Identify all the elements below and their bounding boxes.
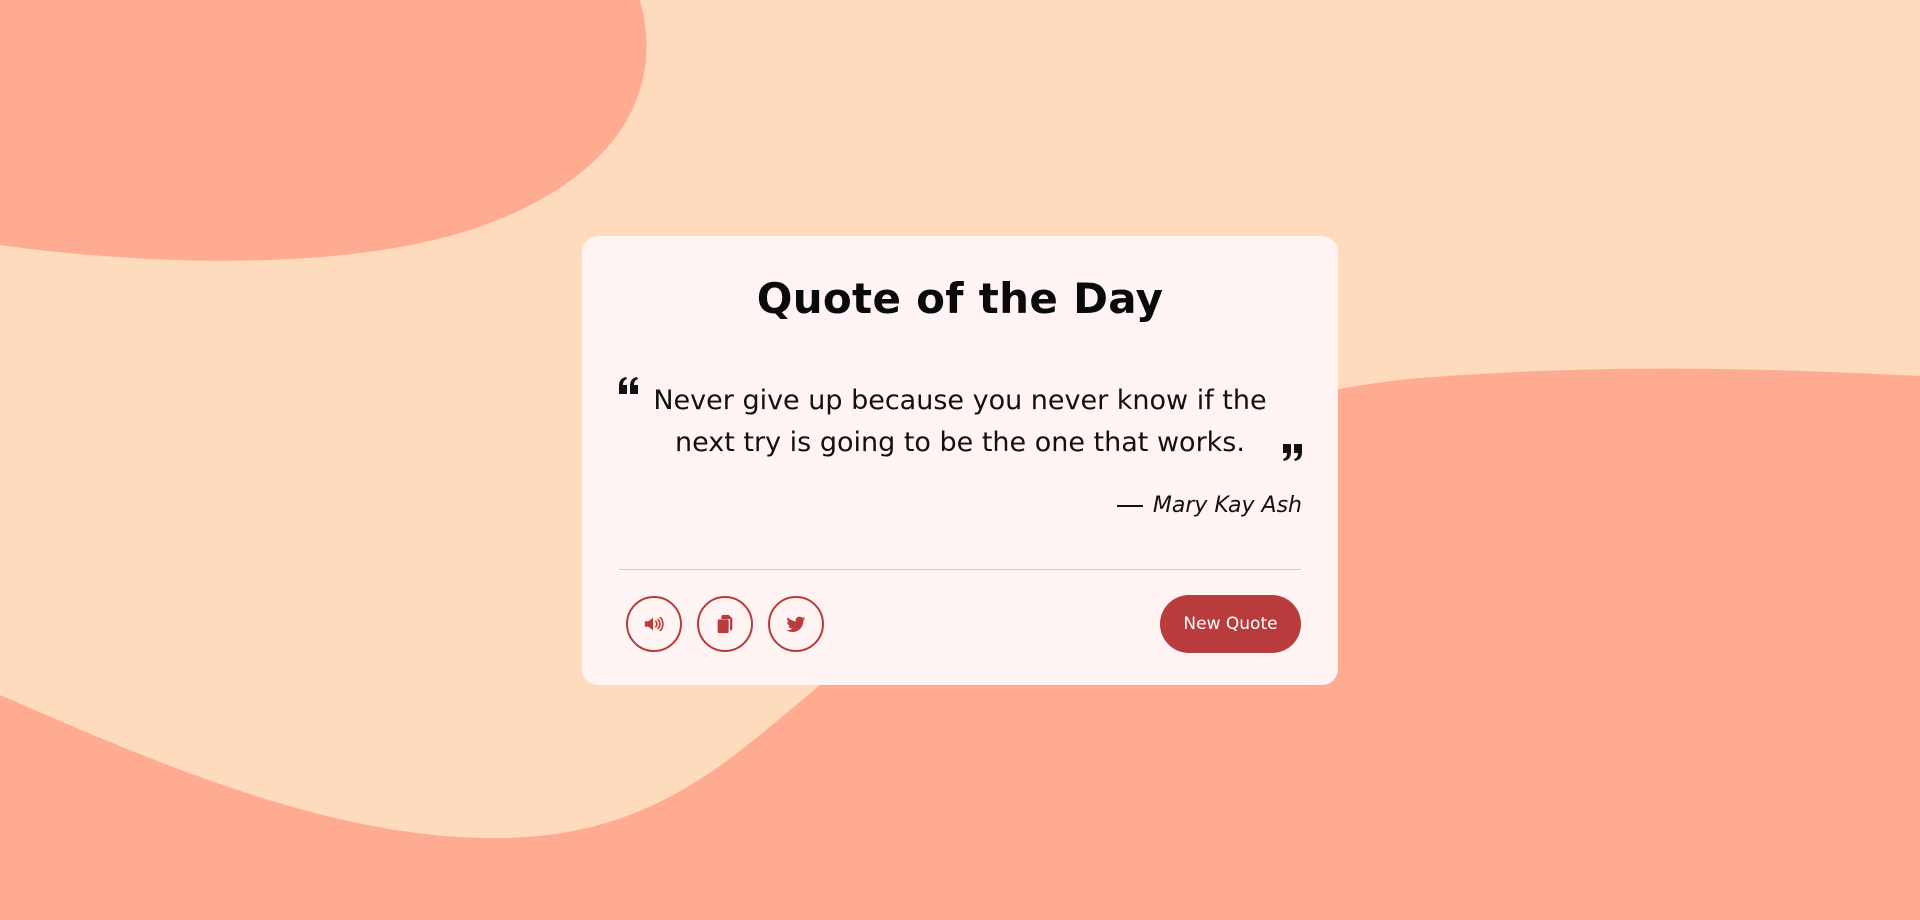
- page-background: Quote of the Day Never give up because y…: [0, 0, 1920, 920]
- twitter-icon: [786, 616, 806, 632]
- author-name: Mary Kay Ash: [1152, 493, 1302, 518]
- copy-button[interactable]: [697, 596, 753, 652]
- copy-icon: [717, 614, 733, 634]
- tweet-button[interactable]: [768, 596, 824, 652]
- volume-icon: [644, 616, 664, 632]
- divider: [619, 569, 1301, 570]
- close-quote-icon: [1283, 444, 1302, 461]
- author: Mary Kay Ash: [1116, 493, 1302, 518]
- new-quote-button[interactable]: New Quote: [1160, 595, 1301, 653]
- quote-card: Quote of the Day Never give up because y…: [582, 236, 1338, 685]
- speak-button[interactable]: [626, 596, 682, 652]
- top-left-blob: [0, 0, 647, 261]
- card-title: Quote of the Day: [756, 274, 1164, 323]
- quote-text: Never give up because you never know if …: [653, 385, 1267, 458]
- author-dash: [1116, 504, 1143, 507]
- open-quote-icon: [619, 377, 638, 394]
